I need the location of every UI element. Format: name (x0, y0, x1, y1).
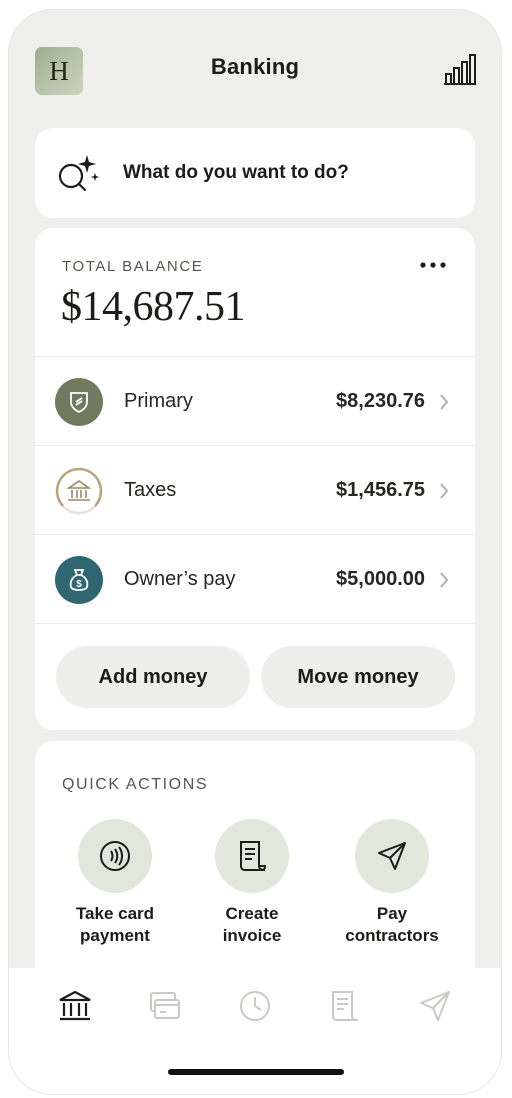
pay-contractors-button[interactable]: Pay contractors (327, 819, 457, 947)
header: H Banking (9, 10, 501, 130)
create-invoice-button[interactable]: Create invoice (187, 819, 317, 947)
action-label-line1: Create (225, 904, 279, 923)
sparkle-search-icon (58, 155, 99, 192)
bank-icon (59, 990, 91, 1021)
chevron-right-icon (440, 393, 449, 410)
divider (35, 623, 475, 624)
add-money-button[interactable]: Add money (56, 646, 250, 708)
quick-actions-title: QUICK ACTIONS (62, 776, 209, 793)
chevron-right-icon (440, 571, 449, 588)
account-amount: $5,000.00 (336, 568, 425, 590)
take-card-payment-button[interactable]: Take card payment (50, 819, 180, 947)
government-building-icon (55, 467, 103, 515)
tab-invoices[interactable] (325, 986, 365, 1026)
action-label-line2: payment (80, 926, 150, 945)
clock-icon (240, 991, 270, 1021)
action-label-line2: invoice (222, 926, 282, 945)
search-bar[interactable]: What do you want to do? (35, 128, 475, 218)
tab-banking[interactable] (55, 986, 95, 1026)
invoice-icon (215, 819, 289, 893)
balance-card: TOTAL BALANCE $14,687.51 Primary $8,230.… (35, 228, 475, 730)
account-row-primary[interactable]: Primary $8,230.76 (35, 356, 475, 446)
total-balance-label: TOTAL BALANCE (62, 258, 204, 275)
account-name: Owner’s pay (124, 568, 236, 590)
invoice-icon (332, 991, 359, 1021)
svg-text:$: $ (76, 579, 82, 590)
account-row-owners-pay[interactable]: $ Owner’s pay $5,000.00 (35, 534, 475, 624)
shield-icon (55, 377, 103, 426)
home-indicator[interactable] (168, 1069, 344, 1075)
cards-icon (150, 992, 180, 1019)
contactless-icon (78, 819, 152, 893)
chevron-right-icon (440, 482, 449, 499)
tab-payments[interactable] (415, 986, 455, 1026)
total-balance-amount: $14,687.51 (61, 284, 246, 330)
bar-chart-icon[interactable] (443, 52, 477, 86)
move-money-button[interactable]: Move money (261, 646, 455, 708)
account-name: Primary (124, 390, 193, 412)
tab-bar (9, 968, 501, 1094)
money-bag-icon: $ (55, 555, 103, 604)
account-amount: $1,456.75 (336, 479, 425, 501)
account-name: Taxes (124, 479, 177, 501)
account-amount: $8,230.76 (336, 390, 425, 412)
tab-activity[interactable] (235, 986, 275, 1026)
phone-screen: H Banking What do you want to do? TOTAL … (8, 9, 502, 1095)
more-options-icon[interactable] (415, 258, 451, 272)
tab-cards[interactable] (145, 986, 185, 1026)
page-title: Banking (210, 54, 300, 79)
action-label-line1: Pay (376, 904, 408, 923)
search-prompt: What do you want to do? (123, 162, 349, 183)
account-row-taxes[interactable]: Taxes $1,456.75 (35, 445, 475, 535)
send-icon (420, 991, 450, 1021)
action-label-line2: contractors (345, 926, 439, 945)
send-icon (355, 819, 429, 893)
action-label-line1: Take card (75, 904, 155, 923)
